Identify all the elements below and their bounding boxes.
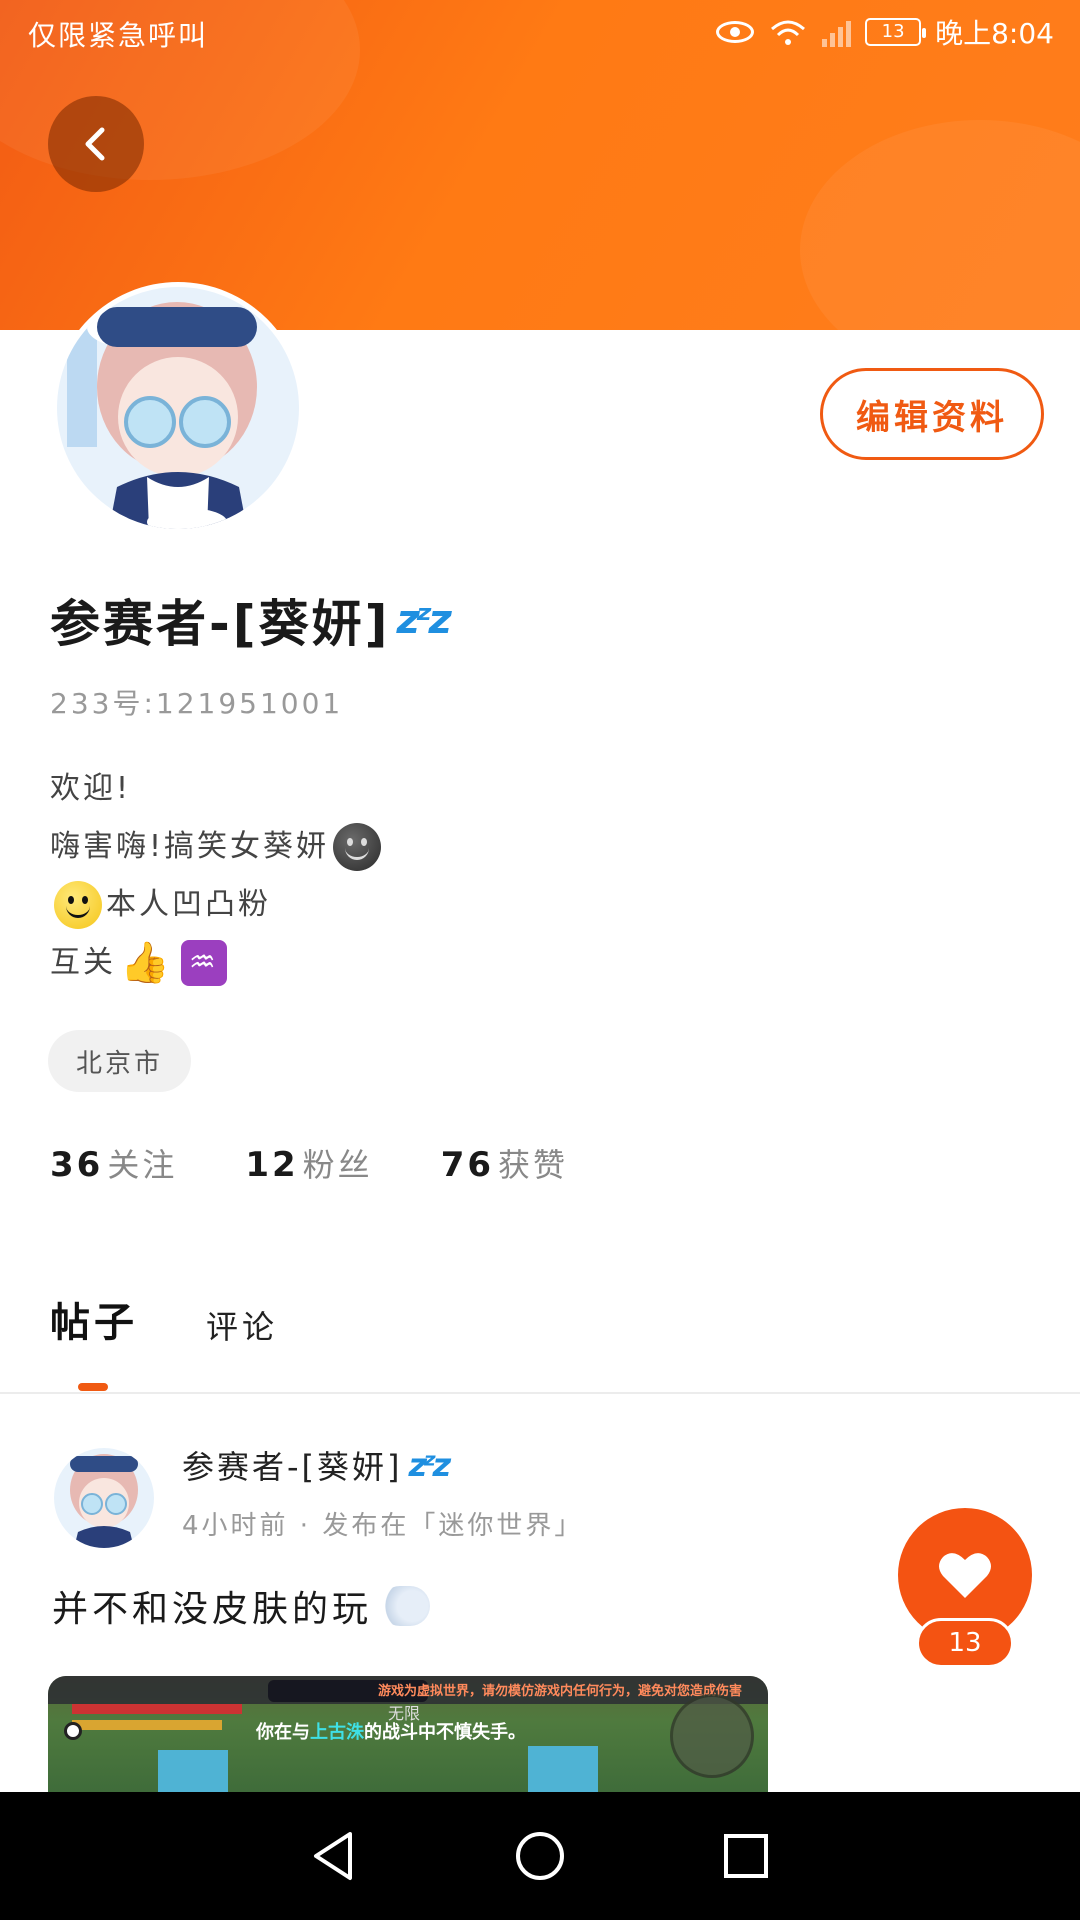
dash-puff-icon: [380, 1586, 431, 1626]
tab-posts[interactable]: 帖子: [50, 1290, 138, 1348]
username: 参赛者-[葵妍] zᶻz: [50, 584, 452, 656]
post-text-content: 并不和没皮肤的玩: [52, 1589, 373, 1630]
thumbs-up-icon: 👍: [120, 940, 173, 986]
post-author[interactable]: 参赛者-[葵妍] zᶻz: [182, 1442, 452, 1488]
eye-comfort-icon: [716, 21, 755, 43]
stat-value: 76: [440, 1145, 495, 1185]
game-warning-text: 游戏为虚拟世界，请勿模仿游戏内任何行为，避免对您造成伤害: [378, 1684, 743, 1699]
post-image[interactable]: 游戏为虚拟世界，请勿模仿游戏内任何行为，避免对您造成伤害 无限 你在与上古洙的战…: [48, 1676, 768, 1792]
stat-following[interactable]: 36 关注: [50, 1140, 177, 1186]
bio-line: 本人凹凸粉: [106, 887, 271, 922]
tab-comments[interactable]: 评论: [206, 1302, 278, 1348]
bio-line: 互关: [50, 945, 116, 980]
system-nav-bar: [0, 1792, 1080, 1920]
post-text[interactable]: 并不和没皮肤的玩: [52, 1580, 431, 1632]
stat-likes[interactable]: 76 获赞: [441, 1140, 568, 1186]
caption-suffix: 的战斗中不慎失手。: [364, 1722, 526, 1743]
heart-icon: [939, 1553, 991, 1598]
caption-prefix: 你在与: [256, 1722, 310, 1743]
stat-followers[interactable]: 12 粉丝: [245, 1140, 372, 1186]
stat-label: 粉丝: [302, 1146, 373, 1184]
bio: 欢迎! 嗨害嗨!搞笑女葵妍 本人凹凸粉 互关 👍 ♒: [50, 760, 385, 992]
game-marker-icon: [64, 1722, 82, 1740]
game-caption: 你在与上古洙的战斗中不慎失手。: [256, 1718, 526, 1744]
game-scope: [670, 1694, 754, 1778]
bio-line: 欢迎!: [50, 771, 132, 806]
edit-profile-button[interactable]: 编辑资料: [820, 368, 1044, 460]
user-id: 233号:121951001: [50, 687, 344, 720]
game-energy-bar: [72, 1720, 222, 1730]
recents-square-icon[interactable]: [718, 1828, 774, 1884]
stat-label: 获赞: [498, 1146, 569, 1184]
back-button[interactable]: [48, 96, 144, 192]
avatar[interactable]: [52, 282, 304, 534]
stats-row: 36 关注 12 粉丝 76 获赞: [50, 1140, 568, 1186]
back-triangle-icon[interactable]: [306, 1828, 362, 1884]
game-health-bar: [72, 1704, 242, 1714]
bio-line: 嗨害嗨!搞笑女葵妍: [50, 829, 330, 864]
post-author-name: 参赛者-[葵妍]: [182, 1448, 403, 1486]
tab-indicator: [78, 1383, 108, 1391]
carrier-text: 仅限紧急呼叫: [28, 19, 209, 52]
avatar-image: [57, 287, 299, 529]
dark-smiley-icon: [333, 823, 382, 871]
clock: 晚上8:04: [935, 17, 1054, 50]
like-count: 13: [916, 1618, 1014, 1668]
signal-icon: [822, 17, 852, 47]
chevron-left-icon: [85, 127, 105, 161]
game-block: [528, 1746, 598, 1792]
banner-decoration: [800, 120, 1080, 330]
post-author-avatar[interactable]: [54, 1448, 154, 1548]
sleep-zzz-icon: zᶻz: [396, 597, 451, 643]
game-block: [158, 1750, 228, 1792]
stat-value: 36: [50, 1145, 104, 1185]
divider: [0, 1392, 1080, 1394]
status-bar: 仅限紧急呼叫 13 晚上8:04: [0, 0, 1080, 64]
stat-value: 12: [245, 1145, 299, 1185]
username-text: 参赛者-[葵妍]: [50, 595, 391, 653]
stat-label: 关注: [107, 1146, 178, 1184]
content-tabs: 帖子 评论: [50, 1290, 278, 1348]
smiley-icon: [54, 881, 102, 929]
home-circle-icon[interactable]: [512, 1828, 568, 1884]
wifi-icon: [771, 20, 806, 45]
battery-icon: 13: [865, 18, 927, 46]
sleep-zzz-icon: zᶻz: [408, 1446, 452, 1484]
post-meta: 4小时前 · 发布在「迷你世界」: [182, 1511, 584, 1541]
aquarius-icon: ♒: [180, 940, 227, 986]
location-chip[interactable]: 北京市: [48, 1030, 192, 1092]
caption-highlight: 上古洙: [310, 1722, 364, 1743]
